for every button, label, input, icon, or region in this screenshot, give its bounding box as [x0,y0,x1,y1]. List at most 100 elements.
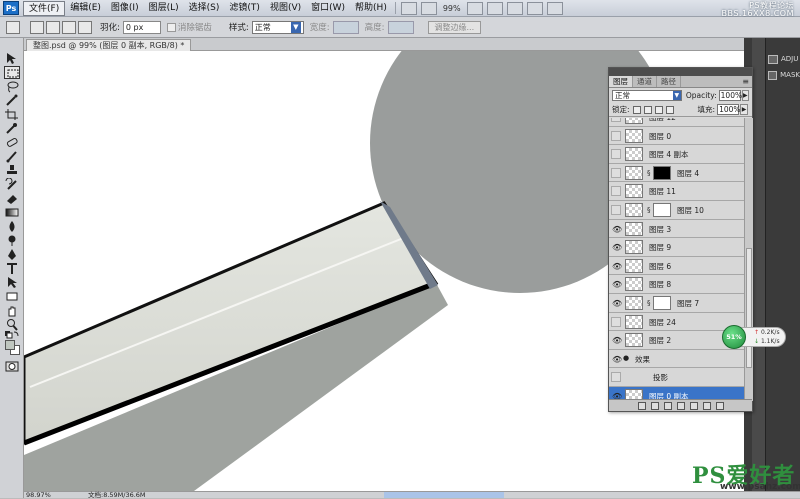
adjustment-layer-icon[interactable] [676,401,685,410]
layer-row[interactable]: § 图层 4 [609,163,744,183]
mask-link-icon[interactable]: § [647,169,651,177]
menu-image[interactable]: 图像(I) [106,1,144,16]
style-select[interactable]: 正常 ▼ [251,20,304,34]
blur-tool-icon[interactable] [4,220,20,233]
new-layer-icon[interactable] [702,401,711,410]
document-tab[interactable]: 整图.psd @ 99% (图层 0 副本, RGB/8) * [26,39,192,51]
link-layers-icon[interactable] [637,401,646,410]
history-brush-tool-icon[interactable] [4,177,20,191]
horizontal-scrollbar[interactable] [384,492,504,498]
visibility-eye-icon[interactable] [611,372,621,383]
eraser-tool-icon[interactable] [4,192,20,205]
type-tool-icon[interactable] [4,262,20,275]
layer-mask-thumbnail[interactable] [653,165,671,180]
lock-position-icon[interactable] [654,105,663,114]
layer-mask-thumbnail[interactable] [653,296,671,310]
refine-edge-button[interactable]: 调整边缘... [427,20,482,34]
bridge-icon[interactable] [400,1,417,15]
menu-view[interactable]: 视图(V) [265,1,306,16]
layer-row[interactable]: 👁 图层 3 [609,219,744,239]
panel-menu-icon[interactable]: ≡ [742,77,749,86]
delete-layer-icon[interactable] [715,401,724,410]
add-selection-icon[interactable] [46,20,60,34]
new-group-icon[interactable] [689,401,698,410]
view-extras-icon[interactable] [420,1,437,15]
layer-row[interactable]: 图层 0 [609,126,744,146]
fill-input[interactable]: 100% [717,104,741,115]
layer-row[interactable]: 👁 图层 8 [609,275,744,294]
adjustments-panel-tab[interactable]: ADJU [768,52,800,66]
visibility-eye-icon[interactable]: 👁 [611,298,622,308]
visibility-eye-icon[interactable]: 👁 [611,224,622,234]
path-selection-tool-icon[interactable] [4,276,20,289]
zoom-tool-icon[interactable] [486,1,503,15]
zoom-level[interactable]: 99% [443,4,461,13]
visibility-eye-icon[interactable]: 👁 [611,335,622,345]
intersect-selection-icon[interactable] [78,20,92,34]
layer-row[interactable]: 👁 图层 6 [609,256,744,276]
opacity-input[interactable]: 100% [718,90,742,101]
menu-filter[interactable]: 滤镜(T) [224,1,265,16]
rotate-view-icon[interactable] [506,1,523,15]
layer-style-icon[interactable] [650,401,659,410]
eyedropper-tool-icon[interactable] [4,122,20,135]
move-tool-icon[interactable] [4,52,20,65]
hand-tool-icon[interactable] [466,1,483,15]
menu-layer[interactable]: 图层(L) [144,1,184,16]
tab-channels[interactable]: 通道 [633,76,657,87]
lock-transparency-icon[interactable] [632,105,641,114]
effect-eye-icon[interactable]: ● [623,354,629,362]
tab-layers[interactable]: 图层 [609,76,633,87]
masks-panel-tab[interactable]: MASK [768,68,800,82]
blend-mode-select[interactable]: 正常 ▼ [612,90,682,101]
arrange-documents-icon[interactable] [526,1,543,15]
layer-row[interactable]: 👁 § 图层 7 [609,294,744,313]
subtract-selection-icon[interactable] [62,20,76,34]
hand-tool-icon[interactable] [4,304,20,317]
new-selection-icon[interactable] [30,20,44,34]
healing-brush-tool-icon[interactable] [4,136,20,149]
dodge-tool-icon[interactable] [4,234,20,247]
layer-mask-thumbnail[interactable] [653,203,671,217]
add-mask-icon[interactable] [663,401,672,410]
marquee-preset-icon[interactable] [6,20,20,34]
layer-row[interactable]: 图层 11 [609,182,744,201]
width-input[interactable] [332,20,359,34]
layer-row[interactable]: 👁 图层 9 [609,238,744,257]
height-input[interactable] [387,20,414,34]
shape-tool-icon[interactable] [4,290,20,303]
screen-mode-icon[interactable] [546,1,563,15]
clone-stamp-tool-icon[interactable] [4,164,20,177]
visibility-eye-icon[interactable]: 👁 [611,354,622,364]
quick-select-tool-icon[interactable] [4,94,20,107]
lock-all-icon[interactable] [665,105,674,114]
visibility-eye-icon[interactable] [611,205,621,215]
layer-row[interactable]: 图层 4 副本 [609,145,744,164]
layers-panel-titlebar[interactable] [609,68,752,76]
lasso-tool-icon[interactable] [4,80,20,93]
rect-marquee-tool-icon[interactable] [4,66,20,79]
brush-tool-icon[interactable] [4,150,20,163]
tab-paths[interactable]: 路径 [657,76,681,87]
layers-scrollbar-thumb[interactable] [746,248,752,368]
layer-row[interactable]: 投影 [609,368,744,387]
crop-tool-icon[interactable] [4,108,20,121]
antialias-checkbox[interactable] [166,22,176,32]
quick-mask-icon[interactable] [4,360,20,373]
visibility-eye-icon[interactable] [611,149,621,160]
menu-help[interactable]: 帮助(H) [350,1,392,16]
layer-row[interactable]: 图层 12 [609,118,744,127]
opacity-slider-arrow-icon[interactable]: ▶ [741,90,749,101]
visibility-eye-icon[interactable] [611,118,621,122]
gradient-tool-icon[interactable] [4,206,20,219]
visibility-eye-icon[interactable]: 👁 [611,261,622,271]
visibility-eye-icon[interactable] [611,167,621,178]
layers-scrollbar[interactable] [744,118,753,401]
mask-link-icon[interactable]: § [647,299,651,307]
visibility-eye-icon[interactable] [611,130,621,141]
mask-link-icon[interactable]: § [647,206,651,214]
menu-edit[interactable]: 编辑(E) [65,1,106,16]
pen-tool-icon[interactable] [4,248,20,261]
foreground-color-swatch[interactable] [5,340,15,350]
visibility-eye-icon[interactable] [611,316,621,327]
